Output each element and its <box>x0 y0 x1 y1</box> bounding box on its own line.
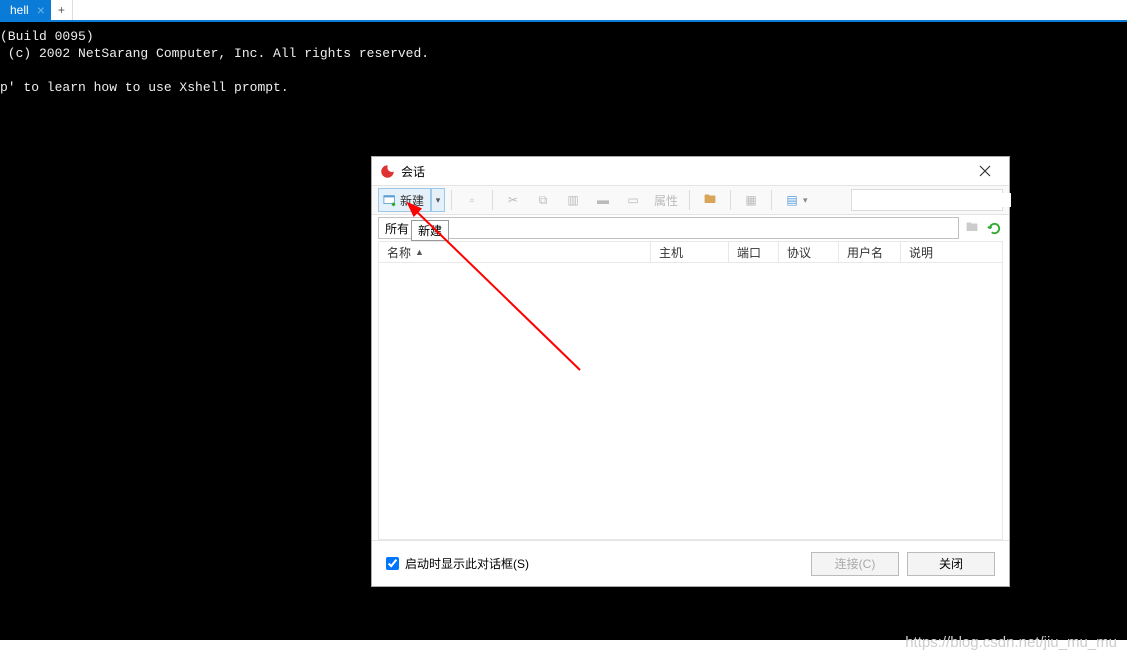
tab-close-icon[interactable]: × <box>37 3 45 17</box>
paste-button[interactable]: ▥ <box>559 188 587 212</box>
toolbar-separator <box>492 190 493 210</box>
list-header: 名称 ▲ 主机 端口 协议 用户名 说明 <box>378 241 1003 263</box>
chevron-down-icon: ▾ <box>436 195 441 206</box>
toolbar-separator <box>689 190 690 210</box>
rename-button[interactable]: ▭ <box>619 188 647 212</box>
connect-button[interactable]: 连接(C) <box>811 552 899 576</box>
dialog-titlebar: 会话 <box>372 157 1009 185</box>
toolbar-separator <box>730 190 731 210</box>
save-button[interactable]: ▫ <box>458 188 486 212</box>
dialog-title: 会话 <box>401 163 425 180</box>
col-port[interactable]: 端口 <box>729 242 779 262</box>
col-host[interactable]: 主机 <box>651 242 729 262</box>
delete-button[interactable]: ▬ <box>589 188 617 212</box>
folder-icon: 🖿 <box>701 191 719 209</box>
view-icon: ▦ <box>742 191 760 209</box>
new-icon <box>383 193 397 207</box>
sessions-dialog: 会话 新建 ▾ ▫ ✂ ⧉ ▥ ▬ ▭ 属性 🖿 ▦ ▤▾ <box>371 156 1010 587</box>
dialog-close-button[interactable] <box>965 159 1005 183</box>
checkbox-label: 启动时显示此对话框(S) <box>405 555 529 572</box>
search-box[interactable] <box>851 189 1003 211</box>
tab-add-button[interactable]: + <box>51 0 73 20</box>
cut-button[interactable]: ✂ <box>499 188 527 212</box>
refresh-button[interactable] <box>985 219 1003 237</box>
path-input[interactable]: 所有 新建 <box>378 217 959 239</box>
col-user[interactable]: 用户名 <box>839 242 901 262</box>
cut-icon: ✂ <box>504 191 522 209</box>
new-session-button[interactable]: 新建 <box>378 188 431 212</box>
folder-button[interactable]: 🖿 <box>696 188 724 212</box>
dialog-toolbar: 新建 ▾ ▫ ✂ ⧉ ▥ ▬ ▭ 属性 🖿 ▦ ▤▾ <box>372 185 1009 215</box>
layout-button[interactable]: ▤▾ <box>778 188 813 212</box>
watermark: https://blog.csdn.net/jiu_mu_mu <box>905 634 1117 651</box>
delete-icon: ▬ <box>594 191 612 209</box>
show-on-startup-checkbox[interactable]: 启动时显示此对话框(S) <box>386 555 529 572</box>
app-logo-icon <box>380 164 395 179</box>
sort-asc-icon: ▲ <box>415 247 424 257</box>
checkbox-input[interactable] <box>386 557 399 570</box>
paste-icon: ▥ <box>564 191 582 209</box>
properties-label: 属性 <box>654 192 678 209</box>
plus-icon: + <box>58 3 65 17</box>
layout-icon: ▤ <box>783 191 801 209</box>
chevron-down-icon: ▾ <box>803 195 808 206</box>
tab-bar: hell × + <box>0 0 1127 22</box>
copy-button[interactable]: ⧉ <box>529 188 557 212</box>
refresh-icon <box>987 221 1002 236</box>
session-list[interactable] <box>378 263 1003 540</box>
new-label: 新建 <box>400 192 424 209</box>
close-icon <box>979 165 991 177</box>
new-dropdown-button[interactable]: ▾ <box>431 188 445 212</box>
path-text: 所有 <box>385 220 409 237</box>
dialog-footer: 启动时显示此对话框(S) 连接(C) 关闭 <box>372 540 1009 586</box>
save-icon: ▫ <box>463 191 481 209</box>
toolbar-separator <box>771 190 772 210</box>
rename-icon: ▭ <box>624 191 642 209</box>
col-desc[interactable]: 说明 <box>901 242 1002 262</box>
path-bar: 所有 新建 🖿 <box>372 215 1009 241</box>
col-protocol[interactable]: 协议 <box>779 242 839 262</box>
properties-button[interactable]: 属性 <box>649 188 683 212</box>
col-name[interactable]: 名称 ▲ <box>379 242 651 262</box>
search-input[interactable] <box>856 193 1011 207</box>
folder-path-icon[interactable]: 🖿 <box>963 219 981 237</box>
tab-active[interactable]: hell × <box>0 0 51 20</box>
tab-label: hell <box>10 3 29 17</box>
view-button[interactable]: ▦ <box>737 188 765 212</box>
copy-icon: ⧉ <box>534 191 552 209</box>
new-tooltip: 新建 <box>411 220 449 241</box>
close-button[interactable]: 关闭 <box>907 552 995 576</box>
toolbar-separator <box>451 190 452 210</box>
